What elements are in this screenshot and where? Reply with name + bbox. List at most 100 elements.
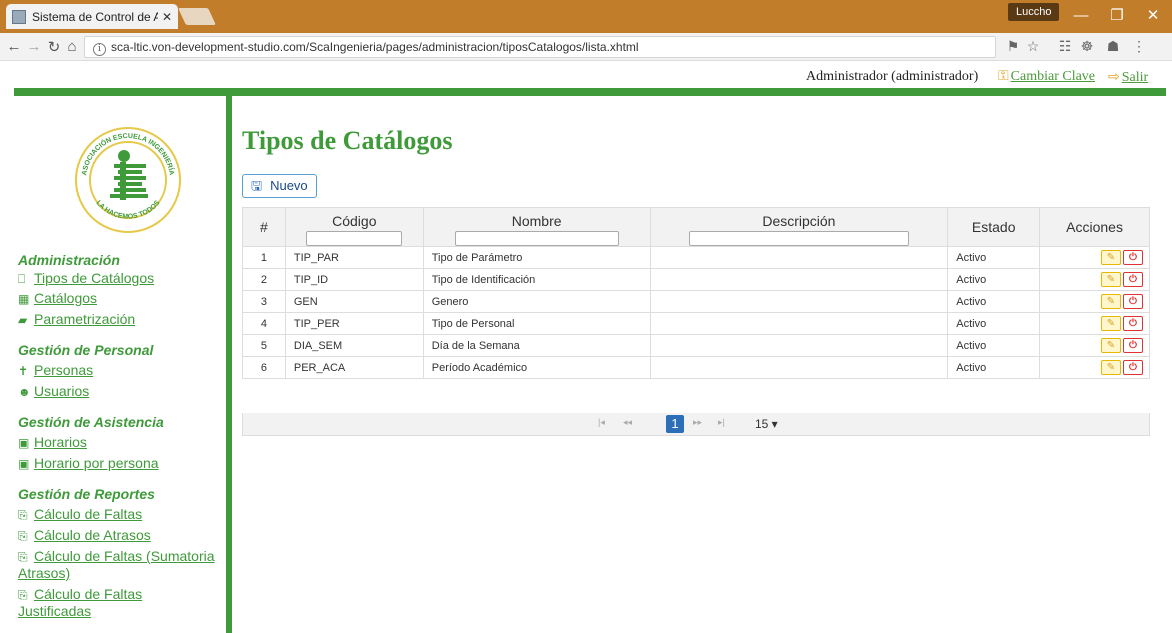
extension-icon-4[interactable]: ☗ [1104, 38, 1122, 55]
table-row[interactable]: 4 TIP_PER Tipo de Personal Activo ✎ ⏻ [242, 312, 1150, 335]
menu-personas[interactable]: ✝ Personas [18, 362, 93, 378]
users-icon: ☻ [18, 385, 31, 399]
cell-number: 2 [242, 268, 286, 291]
menu-label: Cálculo de Atrasos [34, 527, 151, 543]
menu-calculo-faltas-sumatoria-cont[interactable]: Atrasos) [18, 565, 70, 581]
menu-label: Parametrización [34, 311, 136, 327]
menu-calculo-faltas[interactable]: ⎘ Cálculo de Faltas [18, 506, 142, 523]
menu-label: Usuarios [34, 383, 90, 399]
power-off-icon[interactable]: ⏻ [1123, 250, 1143, 265]
menu-parametrizacion[interactable]: ▰ Parametrización [18, 311, 135, 327]
cell-estado: Activo [947, 268, 1041, 291]
url-field[interactable]: i sca-ltic.von-development-studio.com/Sca… [84, 36, 996, 58]
edit-pencil-icon[interactable]: ✎ [1101, 316, 1121, 331]
browser-tab[interactable]: Sistema de Control de A ✕ [6, 4, 178, 29]
edit-pencil-icon[interactable]: ✎ [1101, 338, 1121, 353]
key-icon: ⚿ [998, 69, 1009, 84]
browser-profile-badge[interactable]: Luccho [1008, 3, 1060, 21]
pdf-icon: ⎘ [18, 508, 28, 522]
power-off-icon[interactable]: ⏻ [1123, 272, 1143, 287]
favicon-icon [12, 9, 26, 24]
catalog-types-table: # Código Nombre Descripción Estado Accio… [242, 207, 1150, 379]
menu-calculo-atrasos[interactable]: ⎘ Cálculo de Atrasos [18, 527, 151, 544]
reload-icon[interactable]: ↻ [44, 38, 64, 56]
cell-nombre: Día de la Semana [422, 334, 651, 357]
cell-nombre: Tipo de Personal [422, 312, 651, 335]
cell-estado: Activo [947, 334, 1041, 357]
minimize-icon[interactable]: — [1068, 6, 1094, 26]
menu-tipos-de-catalogos[interactable]: ⎕ Tipos de Catálogos [18, 270, 154, 287]
tab-close-icon[interactable]: ✕ [162, 10, 172, 24]
menu-horario-por-persona[interactable]: ▣ Horario por persona [18, 455, 159, 471]
menu-label: Catálogos [34, 290, 98, 306]
menu-horarios[interactable]: ▣ Horarios [18, 434, 87, 450]
new-button-label: Nuevo [270, 178, 308, 193]
col-number: # [242, 207, 286, 247]
back-icon[interactable]: ← [4, 38, 24, 55]
menu-calculo-faltas-sumatoria[interactable]: ⎘ Cálculo de Faltas (Sumatoria [18, 548, 215, 565]
col-codigo-label: Código [332, 213, 377, 229]
first-page-icon[interactable]: |◂ [598, 417, 605, 428]
tab-title: Sistema de Control de A [32, 9, 158, 24]
change-password-link[interactable]: ⚿ Cambiar Clave [998, 69, 1095, 85]
cell-estado: Activo [947, 246, 1041, 269]
cell-descripcion [649, 246, 949, 269]
cell-estado: Activo [947, 356, 1041, 379]
next-page-icon[interactable]: ▸▸ [693, 417, 702, 428]
current-page[interactable]: 1 [666, 415, 684, 433]
bookmark-star-icon[interactable]: ☆ [1024, 38, 1042, 55]
browser-menu-icon[interactable]: ⋮ [1130, 38, 1148, 55]
maximize-icon[interactable]: ❐ [1104, 6, 1130, 26]
extension-icon[interactable]: ⚑ [1004, 38, 1022, 55]
menu-catalogos[interactable]: ▦ Catálogos [18, 290, 97, 306]
extension-icon-2[interactable]: ☷ [1056, 38, 1074, 55]
cell-descripcion [649, 334, 949, 357]
close-window-icon[interactable]: ✕ [1140, 6, 1166, 26]
filter-codigo-input[interactable] [306, 231, 403, 246]
edit-pencil-icon[interactable]: ✎ [1101, 250, 1121, 265]
prev-page-icon[interactable]: ◂◂ [623, 417, 632, 428]
col-descripcion: Descripción [649, 207, 949, 247]
cell-codigo: GEN [284, 290, 424, 313]
table-row[interactable]: 3 GEN Genero Activo ✎ ⏻ [242, 290, 1150, 313]
logout-link[interactable]: ⇨ Salir [1108, 69, 1148, 86]
power-off-icon[interactable]: ⏻ [1123, 338, 1143, 353]
power-off-icon[interactable]: ⏻ [1123, 360, 1143, 375]
cell-number: 6 [242, 356, 286, 379]
home-icon[interactable]: ⌂ [62, 38, 82, 55]
edit-pencil-icon[interactable]: ✎ [1101, 294, 1121, 309]
forward-icon[interactable]: → [24, 38, 44, 55]
power-off-icon[interactable]: ⏻ [1123, 316, 1143, 331]
cell-descripcion [649, 312, 949, 335]
extension-icon-3[interactable]: ☸ [1078, 38, 1096, 55]
power-off-icon[interactable]: ⏻ [1123, 294, 1143, 309]
filter-descripcion-input[interactable] [688, 231, 909, 246]
filter-nombre-input[interactable] [454, 231, 619, 246]
paginator: |◂ ◂◂ 1 ▸▸ ▸| 15 ▾ [242, 413, 1150, 436]
menu-usuarios[interactable]: ☻ Usuarios [18, 383, 89, 399]
menu-calculo-faltas-justificadas[interactable]: ⎘ Cálculo de Faltas [18, 586, 142, 603]
archive-icon: ▦ [18, 292, 30, 306]
menu-label: Horario por persona [34, 455, 159, 471]
menu-calculo-faltas-justificadas-cont[interactable]: Justificadas [18, 603, 91, 619]
last-page-icon[interactable]: ▸| [718, 417, 725, 428]
cell-descripcion [649, 356, 949, 379]
table-row[interactable]: 1 TIP_PAR Tipo de Parámetro Activo ✎ ⏻ [242, 246, 1150, 269]
table-row[interactable]: 5 DIA_SEM Día de la Semana Activo ✎ ⏻ [242, 334, 1150, 357]
cell-acciones: ✎ ⏻ [1039, 356, 1150, 379]
info-icon[interactable]: i [93, 43, 106, 56]
sidebar: ASOCIACIÓN ESCUELA INGENIERÍA LA HACEMOS… [14, 96, 232, 633]
new-button[interactable]: 🖫 Nuevo [242, 174, 317, 198]
edit-pencil-icon[interactable]: ✎ [1101, 360, 1121, 375]
cell-nombre: Período Académico [422, 356, 651, 379]
edit-pencil-icon[interactable]: ✎ [1101, 272, 1121, 287]
rows-per-page-select[interactable]: 15 ▾ [755, 416, 778, 433]
cell-nombre: Genero [422, 290, 651, 313]
new-tab-button[interactable] [178, 8, 216, 25]
table-row[interactable]: 2 TIP_ID Tipo de Identificación Activo ✎ ⏻ [242, 268, 1150, 291]
table-row[interactable]: 6 PER_ACA Período Académico Activo ✎ ⏻ [242, 356, 1150, 379]
change-password-label: Cambiar Clave [1010, 69, 1096, 84]
cell-descripcion [649, 268, 949, 291]
cell-nombre: Tipo de Parámetro [422, 246, 651, 269]
association-logo: ASOCIACIÓN ESCUELA INGENIERÍA LA HACEMOS… [75, 127, 181, 233]
